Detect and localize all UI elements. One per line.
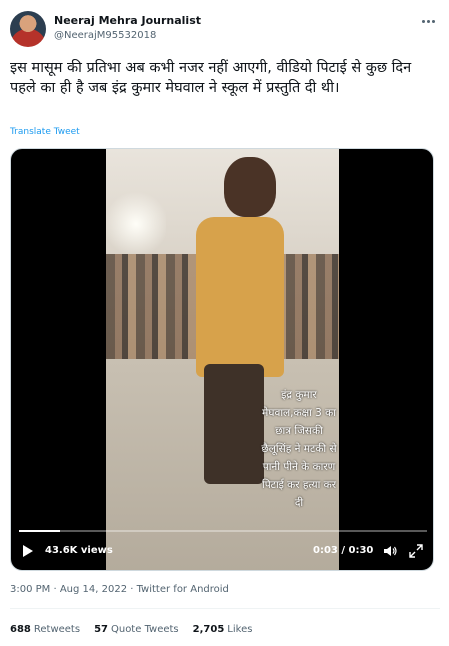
fullscreen-icon[interactable] <box>409 544 423 558</box>
avatar[interactable] <box>10 11 46 47</box>
likes-count: 2,705 <box>192 624 225 635</box>
window-light <box>106 189 166 259</box>
view-count: 43.6K views <box>45 545 113 556</box>
translate-tweet-link[interactable]: Translate Tweet <box>10 127 80 137</box>
likes-stat[interactable]: 2,705 Likes <box>193 624 253 635</box>
engagement-stats: 688 Retweets 57 Quote Tweets 2,705 Likes <box>10 624 252 635</box>
divider <box>10 608 440 609</box>
quote-tweets-count: 57 <box>94 624 108 635</box>
likes-label: Likes <box>227 624 253 635</box>
boy-figure <box>196 217 284 377</box>
video-progress-bar[interactable] <box>19 530 427 532</box>
video-frame[interactable]: इंद्र कुमार मेघवाल,कक्षा 3 का छात्र जिसक… <box>106 149 339 570</box>
quote-tweets-stat[interactable]: 57 Quote Tweets <box>94 624 179 635</box>
video-time: 0:03 / 0:30 <box>313 545 374 556</box>
tweet: Neeraj Mehra Journalist @NeerajM95532018… <box>0 0 449 646</box>
video-player[interactable]: इंद्र कुमार मेघवाल,कक्षा 3 का छात्र जिसक… <box>10 148 434 571</box>
author-block[interactable]: Neeraj Mehra Journalist @NeerajM95532018 <box>54 14 201 43</box>
volume-icon[interactable] <box>383 544 397 558</box>
more-options-icon[interactable] <box>419 14 437 28</box>
retweets-label: Retweets <box>33 624 81 635</box>
video-caption-overlay: इंद्र कुमार मेघवाल,कक्षा 3 का छात्र जिसक… <box>261 389 337 509</box>
retweets-stat[interactable]: 688 Retweets <box>10 624 80 635</box>
boy-head <box>224 157 276 217</box>
tweet-text: इस मासूम की प्रतिभा अब कभी नजर नहीं आएगी… <box>10 60 412 96</box>
tweet-timestamp[interactable]: 3:00 PM · Aug 14, 2022 · Twitter for And… <box>10 584 229 595</box>
video-progress-fill <box>19 530 60 532</box>
quote-tweets-label: Quote Tweets <box>110 624 179 635</box>
video-controls: 43.6K views 0:03 / 0:30 <box>11 539 433 565</box>
retweets-count: 688 <box>10 624 31 635</box>
boy-pants <box>204 364 264 484</box>
play-icon[interactable] <box>23 545 33 557</box>
author-handle[interactable]: @NeerajM95532018 <box>54 29 201 43</box>
author-name[interactable]: Neeraj Mehra Journalist <box>54 14 201 28</box>
